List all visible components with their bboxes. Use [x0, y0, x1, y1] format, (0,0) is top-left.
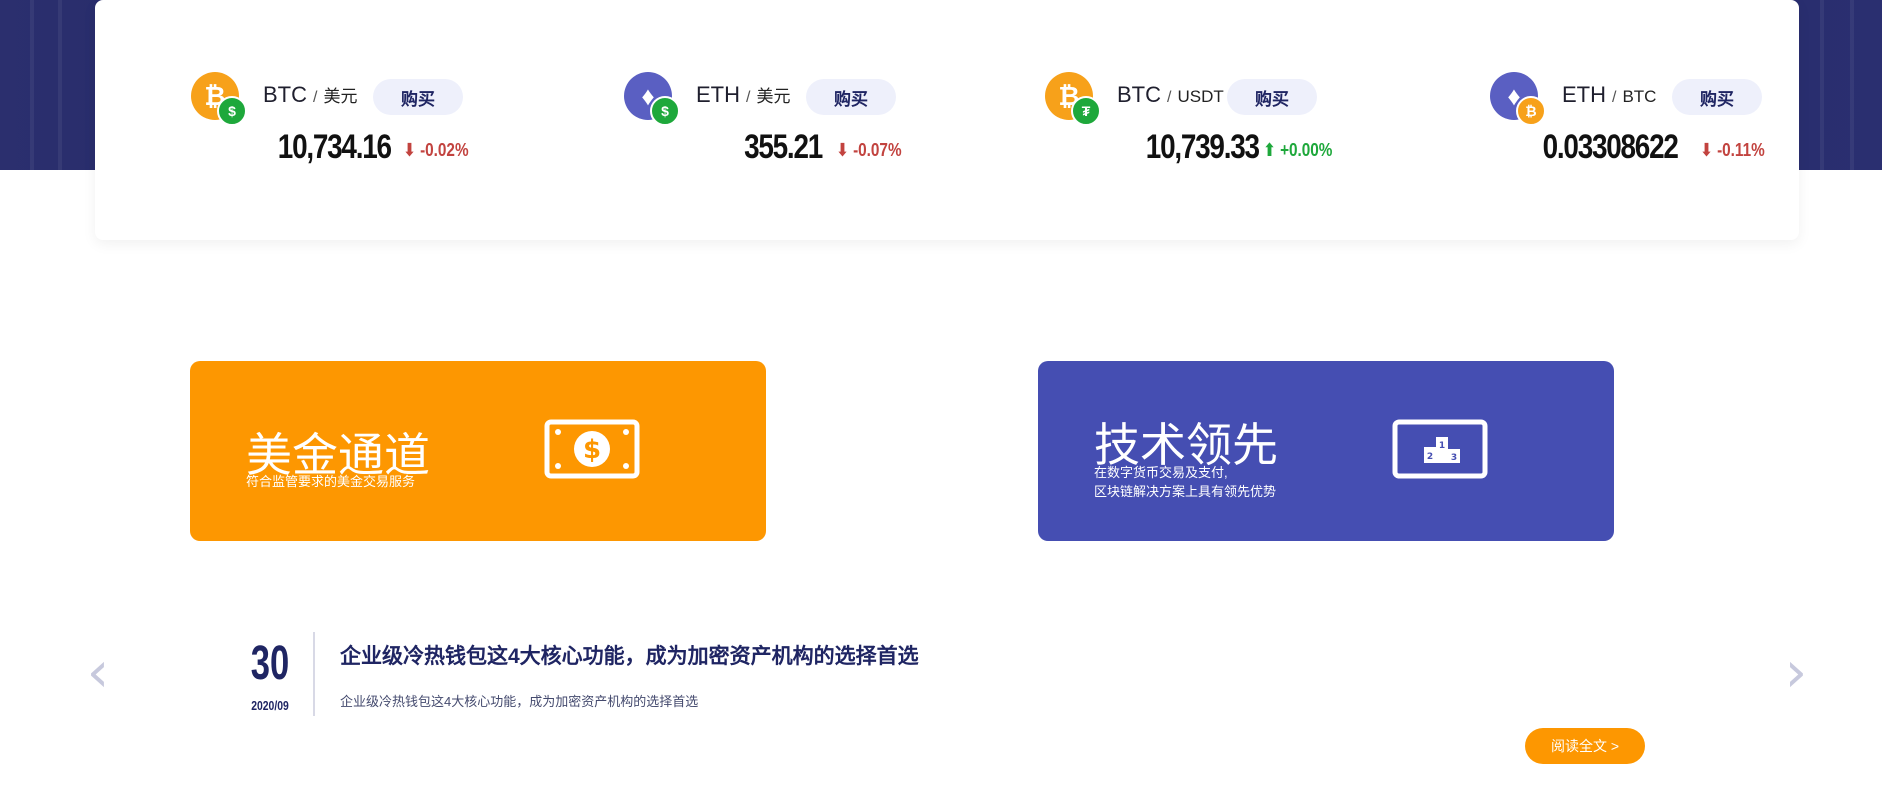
price: 10,739.33 — [1146, 128, 1260, 166]
svg-text:3: 3 — [1451, 453, 1457, 463]
feature-card-usd-channel[interactable]: 美金通道 符合监管要求的美金交易服务 $ — [190, 361, 766, 541]
change-percent: ⬇ -0.02% — [403, 140, 469, 160]
tether-badge-icon: ₮ — [1071, 96, 1101, 126]
prev-arrow-icon[interactable]: ‹ — [83, 645, 113, 701]
buy-button[interactable]: 购买 — [1227, 79, 1317, 115]
change-percent: ⬇ -0.11% — [1700, 140, 1765, 160]
pair-label: ETH / BTC — [1562, 82, 1657, 107]
price: 0.03308622 — [1542, 128, 1679, 166]
page: ₿ $ BTC / 美元 购买 10,734.16 ⬇ -0.02% ♦ $ ETH… — [0, 0, 1882, 792]
dollar-badge-icon: $ — [217, 96, 247, 126]
pair-label: BTC / USDT — [1117, 82, 1224, 107]
podium-icon: 2 1 3 — [1392, 419, 1488, 479]
feature-card-tech-lead[interactable]: 技术领先 在数字货币交易及支付, 区块链解决方案上具有领先优势 2 1 3 — [1038, 361, 1614, 541]
feature-desc: 在数字货币交易及支付, — [1094, 465, 1228, 480]
news-day: 30 — [250, 637, 290, 690]
change-percent: ⬆ +0.00% — [1263, 140, 1333, 160]
buy-button[interactable]: 购买 — [1672, 79, 1762, 115]
price: 355.21 — [744, 128, 823, 166]
svg-text:$: $ — [583, 435, 601, 465]
ticker-btc-usd: ₿ $ BTC / 美元 购买 10,734.16 ⬇ -0.02% — [191, 72, 491, 172]
svg-text:1: 1 — [1439, 441, 1445, 451]
price: 10,734.16 — [278, 128, 392, 166]
pair-label: BTC / 美元 — [263, 82, 358, 107]
news-title[interactable]: 企业级冷热钱包这4大核心功能，成为加密资产机构的选择首选 — [340, 640, 919, 670]
dollar-badge-icon: $ — [650, 96, 680, 126]
change-percent: ⬇ -0.07% — [836, 140, 902, 160]
dollar-bill-icon: $ — [544, 419, 640, 479]
news-summary: 企业级冷热钱包这4大核心功能，成为加密资产机构的选择首选 — [340, 694, 699, 709]
news-month: 2020/09 — [251, 698, 289, 713]
ethereum-icon: ♦ $ — [624, 72, 680, 126]
pair-label: ETH / 美元 — [696, 82, 791, 107]
ticker-eth-usd: ♦ $ ETH / 美元 购买 355.21 ⬇ -0.07% — [624, 72, 924, 172]
news-divider — [313, 632, 315, 716]
read-more-button[interactable]: 阅读全文 > — [1525, 728, 1645, 764]
next-arrow-icon[interactable]: › — [1781, 645, 1811, 701]
ticker-btc-usdt: ₿ ₮ BTC / USDT 购买 10,739.33 ⬆ +0.00% — [1045, 72, 1345, 172]
ethereum-icon: ♦ ₿ — [1490, 72, 1546, 126]
buy-button[interactable]: 购买 — [806, 79, 896, 115]
svg-text:2: 2 — [1427, 452, 1433, 462]
feature-desc: 区块链解决方案上具有领先优势 — [1094, 484, 1277, 499]
ticker-eth-btc: ♦ ₿ ETH / BTC 购买 0.03308622 ⬇ -0.11% — [1490, 72, 1790, 172]
bitcoin-icon: ₿ ₮ — [1045, 72, 1101, 126]
buy-button[interactable]: 购买 — [373, 79, 463, 115]
feature-desc: 符合监管要求的美金交易服务 — [246, 474, 416, 489]
bitcoin-icon: ₿ $ — [191, 72, 247, 126]
bitcoin-badge-icon: ₿ — [1516, 96, 1546, 126]
ticker-card: ₿ $ BTC / 美元 购买 10,734.16 ⬇ -0.02% ♦ $ ETH… — [95, 0, 1799, 240]
